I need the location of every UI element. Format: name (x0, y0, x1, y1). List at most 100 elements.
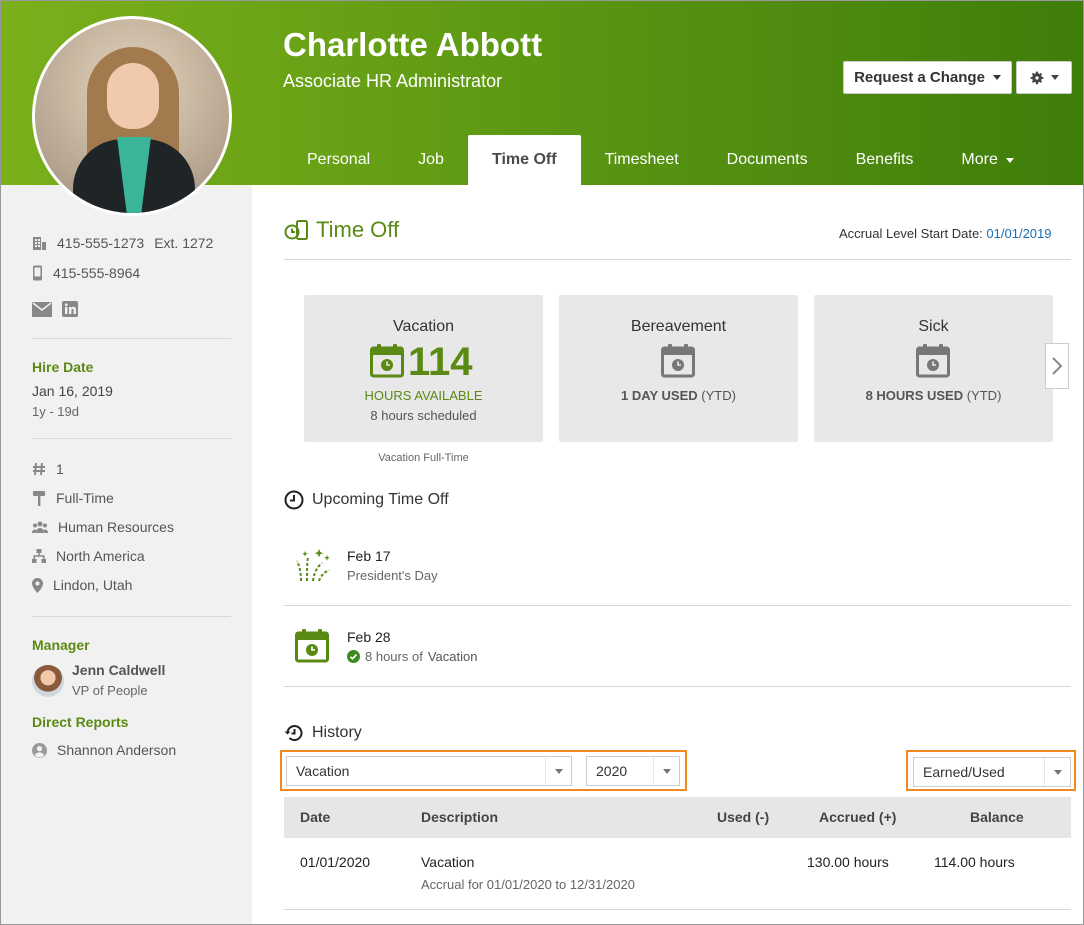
employee-number: 1 (32, 461, 64, 477)
chevron-down-icon (554, 768, 563, 774)
row-description: Vacation (421, 854, 475, 870)
time-off-title: Time Off (316, 217, 400, 242)
vacation-hours-label: HOURS AVAILABLE (364, 388, 483, 403)
check-circle-icon (347, 650, 360, 663)
bereavement-card[interactable]: Bereavement 1 DAY USED (YTD) (559, 295, 798, 442)
row-date: 01/01/2020 (300, 854, 371, 870)
tab-label: Personal (307, 151, 371, 168)
vacation-scheduled: 8 hours scheduled (370, 408, 477, 423)
bereavement-used-suffix: (YTD) (701, 388, 736, 403)
work-phone: 415-555-1273 Ext. 1272 (32, 235, 213, 251)
tab-timesheet[interactable]: Timesheet (581, 135, 703, 185)
building-icon (33, 236, 46, 250)
time-off-type-select[interactable]: Vacation (286, 756, 572, 786)
col-balance[interactable]: Balance (970, 809, 1024, 825)
col-accrued[interactable]: Accrued (+) (819, 809, 896, 825)
direct-reports-label: Direct Reports (32, 714, 129, 730)
bereavement-used-value: 1 DAY USED (621, 388, 698, 403)
cards-next-button[interactable] (1045, 343, 1069, 389)
department: Human Resources (32, 519, 174, 535)
upcoming-date: Feb 17 (347, 548, 391, 564)
chevron-down-icon (662, 768, 671, 774)
col-description[interactable]: Description (421, 809, 498, 825)
tab-label: Benefits (855, 151, 914, 168)
mobile-phone: 415-555-8964 (32, 265, 140, 281)
tab-label: Job (418, 151, 444, 168)
direct-report-item[interactable]: Shannon Anderson (32, 742, 176, 758)
chevron-down-icon (992, 75, 1001, 80)
upcoming-date: Feb 28 (347, 629, 391, 645)
work-phone-ext: Ext. 1272 (154, 235, 214, 251)
row-description-detail: Accrual for 01/01/2020 to 12/31/2020 (421, 877, 635, 892)
gear-icon (1030, 71, 1044, 84)
division-value: North America (56, 548, 145, 564)
tab-more[interactable]: More (937, 135, 1037, 185)
org-chart-icon (32, 549, 46, 563)
employment-status-value: Full-Time (56, 490, 114, 506)
tab-job[interactable]: Job (394, 135, 468, 185)
history-header: History (284, 723, 362, 743)
map-pin-icon (32, 577, 43, 593)
history-table-header: Date Description Used (-) Accrued (+) Ba… (284, 797, 1071, 838)
hire-date: Jan 16, 2019 (32, 383, 113, 399)
sick-used-value: 8 HOURS USED (865, 388, 964, 403)
chevron-right-icon (1052, 357, 1062, 375)
col-date[interactable]: Date (300, 809, 330, 825)
app-frame: Charlotte Abbott Associate HR Administra… (0, 0, 1084, 925)
row-accrued: 130.00 hours (807, 854, 889, 870)
employee-avatar[interactable] (32, 16, 232, 216)
employee-number-value: 1 (56, 461, 64, 477)
accrual-date-link[interactable]: 01/01/2019 (986, 226, 1051, 241)
division: North America (32, 548, 145, 564)
manager-avatar[interactable] (32, 665, 64, 697)
upcoming-desc: President's Day (347, 568, 438, 583)
manager-name[interactable]: Jenn Caldwell (72, 662, 165, 678)
vacation-card-title: Vacation (392, 318, 455, 335)
tab-documents[interactable]: Documents (703, 135, 832, 185)
clock-icon (284, 490, 304, 510)
upcoming-desc-text: 8 hours of (365, 649, 423, 664)
employee-title: Associate HR Administrator (283, 71, 503, 91)
col-used[interactable]: Used (-) (717, 809, 769, 825)
fireworks-icon (296, 549, 330, 582)
calendar-icon (295, 629, 329, 663)
mobile-phone-number: 415-555-8964 (53, 265, 141, 281)
bereavement-card-title: Bereavement (630, 318, 727, 335)
mobile-phone-icon (33, 265, 42, 281)
tab-benefits[interactable]: Benefits (832, 135, 938, 185)
vacation-card[interactable]: Vacation 114 HOURS AVAILABLE 8 hours sch… (304, 295, 543, 442)
linkedin-icon[interactable] (62, 301, 78, 317)
bereavement-used: 1 DAY USED (YTD) (559, 388, 798, 403)
tab-personal[interactable]: Personal (283, 135, 394, 185)
department-value: Human Resources (58, 519, 174, 535)
hire-date-label: Hire Date (32, 359, 94, 375)
tenure: 1y - 19d (32, 404, 79, 419)
history-view-select[interactable]: Earned/Used (913, 757, 1071, 787)
tab-label: Documents (726, 151, 808, 168)
contact-links (32, 301, 78, 317)
employee-sidebar: 415-555-1273 Ext. 1272 415-555-8964 Hire… (1, 185, 252, 924)
manager-label: Manager (32, 637, 90, 653)
employment-status: Full-Time (32, 490, 114, 506)
upcoming-title: Upcoming Time Off (312, 491, 449, 508)
user-icon (32, 742, 47, 758)
sick-used: 8 HOURS USED (YTD) (814, 388, 1053, 403)
location-value: Lindon, Utah (53, 577, 133, 593)
request-change-button[interactable]: Request a Change (843, 61, 1012, 94)
upcoming-header: Upcoming Time Off (284, 490, 449, 510)
settings-button[interactable] (1016, 61, 1072, 94)
accrual-start-date: Accrual Level Start Date: 01/01/2019 (839, 226, 1052, 241)
row-balance: 114.00 hours (934, 854, 1015, 870)
tab-time-off[interactable]: Time Off (467, 135, 581, 185)
request-change-label: Request a Change (854, 69, 985, 86)
paint-roller-icon (33, 490, 45, 506)
vacation-hours-value: 114 (408, 340, 473, 384)
calendar-icon (661, 344, 695, 378)
sick-card[interactable]: Sick 8 HOURS USED (YTD) (814, 295, 1053, 442)
direct-report-name: Shannon Anderson (57, 742, 177, 758)
time-off-type-value: Vacation (296, 763, 350, 779)
time-off-icon (284, 220, 308, 240)
work-phone-number: 415-555-1273 (57, 235, 145, 251)
year-select[interactable]: 2020 (586, 756, 680, 786)
email-icon[interactable] (32, 301, 52, 317)
